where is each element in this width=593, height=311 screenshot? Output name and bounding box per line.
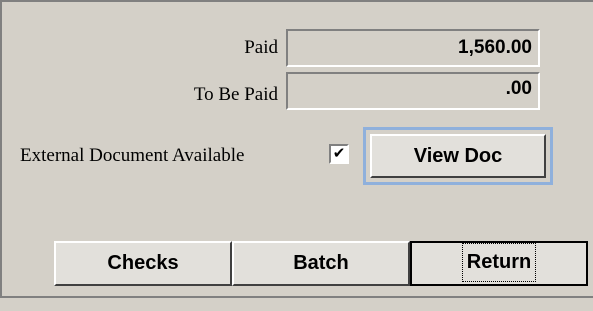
external-document-checkbox[interactable]: ✔ (329, 144, 349, 164)
payment-panel: Paid 1,560.00 To Be Paid .00 External Do… (0, 0, 593, 311)
external-document-label: External Document Available (20, 145, 245, 166)
panel-left-edge (0, 0, 2, 300)
checks-button[interactable]: Checks (54, 241, 232, 286)
to-be-paid-field: .00 (286, 72, 540, 110)
batch-button[interactable]: Batch (232, 241, 410, 286)
paid-field: 1,560.00 (286, 29, 540, 67)
view-doc-button[interactable]: View Doc (370, 134, 546, 178)
return-button[interactable]: Return (410, 241, 588, 286)
view-doc-button-label: View Doc (413, 145, 503, 167)
batch-button-label: Batch (293, 252, 349, 274)
paid-label: Paid (244, 37, 278, 58)
checks-button-label: Checks (107, 252, 179, 274)
return-button-label: Return (461, 243, 537, 282)
to-be-paid-label: To Be Paid (193, 84, 278, 105)
panel-top-edge (0, 0, 593, 2)
